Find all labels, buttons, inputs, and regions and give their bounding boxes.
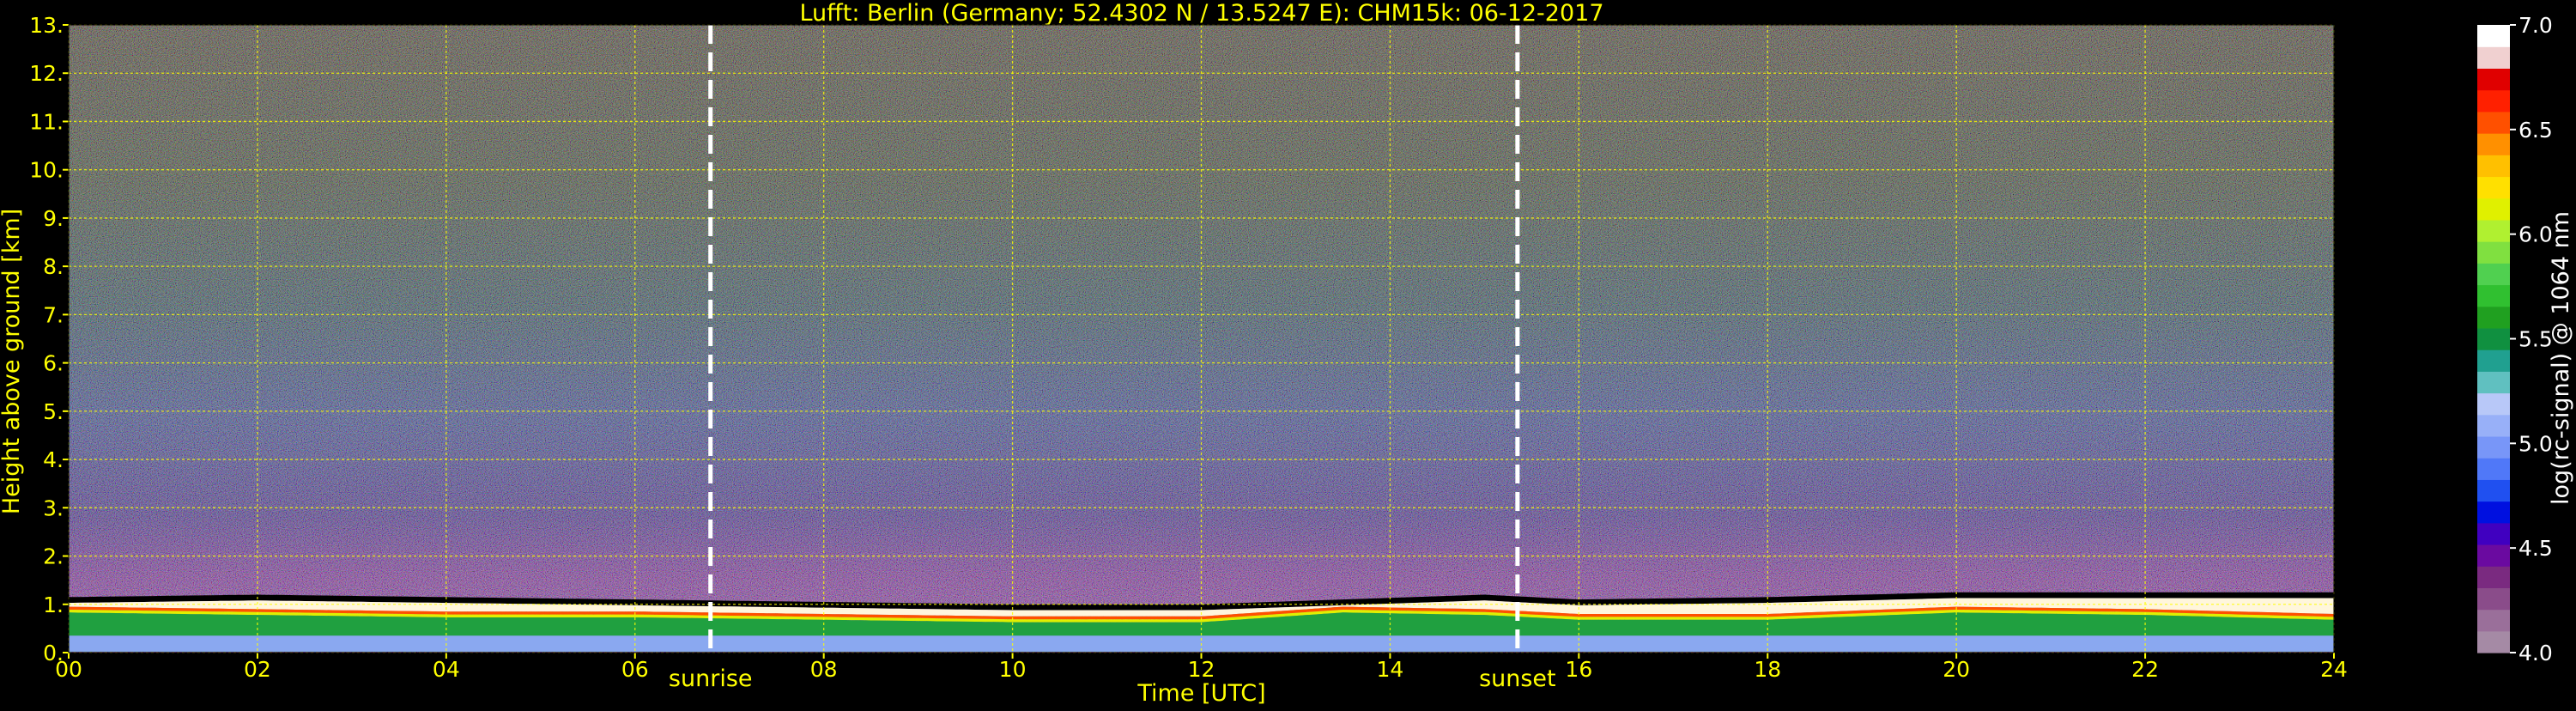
sunrise-label: sunrise [669, 665, 753, 692]
x-tick-label: 12 [1188, 657, 1215, 682]
colorbar-swatch [2477, 46, 2510, 70]
colorbar-swatch [2477, 522, 2510, 545]
colorbar-swatch [2477, 306, 2510, 329]
colorbar-swatch [2477, 327, 2510, 350]
colorbar-swatch [2477, 371, 2510, 394]
colorbar-swatch [2477, 630, 2510, 653]
x-tick-label: 16 [1565, 657, 1592, 682]
x-tick-label: 18 [1754, 657, 1781, 682]
y-tick-label: 10. [29, 158, 64, 183]
colorbar-swatch [2477, 263, 2510, 286]
colorbar-swatch [2477, 544, 2510, 567]
colorbar-swatch [2477, 587, 2510, 611]
colorbar-swatch [2477, 176, 2510, 199]
y-tick-label: 13. [29, 13, 64, 38]
colorbar-tick-label: 5.5 [2518, 327, 2553, 352]
colorbar-tick-label: 6.0 [2518, 222, 2553, 247]
colorbar-swatch [2477, 89, 2510, 112]
colorbar-swatch [2477, 155, 2510, 178]
sunset-label: sunset [1479, 665, 1556, 692]
y-tick-label: 1. [43, 592, 64, 617]
y-tick-label: 8. [43, 254, 64, 279]
colorbar-swatch [2477, 219, 2510, 242]
x-tick-label: 22 [2131, 657, 2159, 682]
colorbar-swatch [2477, 566, 2510, 588]
y-tick-label: 3. [43, 495, 64, 520]
y-tick-label: 0. [43, 641, 64, 665]
y-tick-label: 12. [29, 61, 64, 86]
colorbar-swatch [2477, 435, 2510, 459]
colorbar-swatch [2477, 25, 2510, 47]
x-tick-label: 10 [999, 657, 1027, 682]
colorbar: 4.0 4.5 5.0 5.5 6.0 6.5 7.0 [2477, 13, 2553, 665]
plot-area: 00 02 04 06 08 10 12 14 16 18 20 22 240.1.2.3.4.5.6.… [29, 13, 2348, 692]
colorbar-label: log(rc-signal) @ 1064 nm [2548, 211, 2574, 505]
colorbar-swatch [2477, 198, 2510, 221]
x-axis-label: Time [UTC] [1136, 680, 1265, 707]
colorbar-swatch [2477, 414, 2510, 437]
colorbar-swatch [2477, 458, 2510, 480]
y-tick-label: 5. [43, 399, 64, 424]
x-tick-label: 20 [1943, 657, 1970, 682]
y-tick-label: 4. [43, 447, 64, 472]
colorbar-swatch [2477, 241, 2510, 264]
colorbar-swatch [2477, 284, 2510, 307]
y-tick-label: 11. [29, 109, 64, 134]
x-tick-label: 14 [1377, 657, 1404, 682]
y-tick-label: 7. [43, 302, 64, 327]
colorbar-swatch [2477, 133, 2510, 155]
x-tick-label: 08 [810, 657, 838, 682]
chart-title: Lufft: Berlin (Germany; 52.4302 N / 13.5… [799, 0, 1603, 27]
colorbar-tick-label: 4.0 [2518, 641, 2553, 665]
y-axis-label: Height above ground [km] [0, 209, 25, 514]
colorbar-swatch [2477, 479, 2510, 502]
y-tick-label: 6. [43, 351, 64, 376]
y-tick-label: 2. [43, 544, 64, 569]
colorbar-swatch [2477, 392, 2510, 416]
y-tick-label: 9. [43, 206, 64, 231]
colorbar-swatch [2477, 349, 2510, 372]
colorbar-tick-label: 6.5 [2518, 118, 2553, 143]
colorbar-tick-label: 4.5 [2518, 536, 2553, 561]
ceilometer-chart: Lufft: Berlin (Germany; 52.4302 N / 13.5… [0, 0, 2576, 708]
colorbar-swatch [2477, 609, 2510, 632]
colorbar-swatch [2477, 501, 2510, 524]
chart-svg: Lufft: Berlin (Germany; 52.4302 N / 13.5… [0, 0, 2574, 707]
x-tick-label: 24 [2320, 657, 2348, 682]
x-tick-label: 06 [621, 657, 649, 682]
colorbar-swatch [2477, 68, 2510, 91]
colorbar-swatch [2477, 111, 2510, 134]
x-tick-label: 02 [244, 657, 271, 682]
colorbar-tick-label: 5.0 [2518, 431, 2553, 456]
x-tick-label: 04 [433, 657, 460, 682]
colorbar-tick-label: 7.0 [2518, 13, 2553, 38]
